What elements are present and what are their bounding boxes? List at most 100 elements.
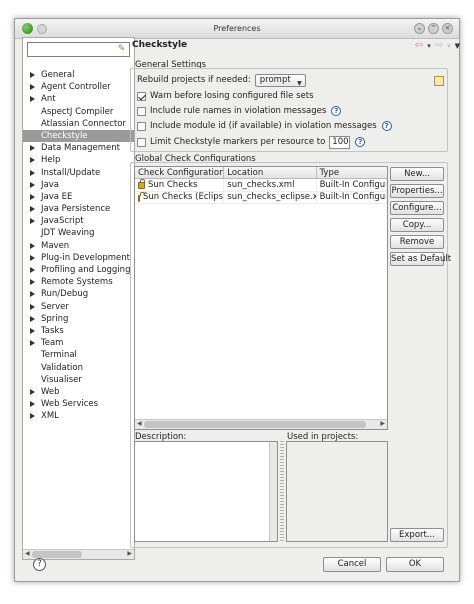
limit-checkbox[interactable] [137,137,146,147]
minimize-icon[interactable]: ⌄ [414,23,425,34]
configure-button[interactable]: Configure... [390,201,444,215]
sidebar-item-agent-controller[interactable]: Agent Controller [23,81,134,93]
sidebar-item-java-ee[interactable]: Java EE [23,191,134,203]
cancel-button[interactable]: Cancel [323,557,381,572]
column-header-location[interactable]: Location [224,167,317,178]
table-horizontal-scrollbar[interactable]: ◀ ▶ [135,419,387,429]
view-menu-icon[interactable]: ▼ [455,40,460,52]
help-icon[interactable]: ? [33,558,46,571]
forward-arrow-icon[interactable]: ⇨ [435,40,443,52]
rebuild-select[interactable]: prompt ▼ [254,73,306,87]
sidebar-item-spring[interactable]: Spring [23,313,134,325]
sidebar-item-validation[interactable]: Validation [23,362,134,374]
export-button[interactable]: Export... [390,528,444,542]
expand-arrow-icon[interactable] [30,315,35,322]
sidebar-item-aspectj-compiler[interactable]: AspectJ Compiler [23,106,134,118]
sidebar-item-terminal[interactable]: Terminal [23,349,134,361]
sidebar-item-run-debug[interactable]: Run/Debug [23,288,134,300]
limit-input[interactable]: 100 [329,135,351,149]
sidebar-item-javascript[interactable]: JavaScript [23,215,134,227]
expand-arrow-icon[interactable] [30,340,35,347]
set-as-default-button[interactable]: Set as Default [390,252,451,266]
description-vertical-scrollbar[interactable] [269,442,277,541]
pane-splitter[interactable] [280,441,284,542]
clear-filter-icon[interactable]: ✎ [116,44,127,55]
expand-arrow-icon[interactable] [30,279,35,286]
scrollbar-thumb[interactable] [144,421,366,428]
scroll-right-icon[interactable]: ▶ [380,420,385,427]
sidebar-item-atlassian-connector[interactable]: Atlassian Connector [23,118,134,130]
expand-arrow-icon[interactable] [30,267,35,273]
expand-arrow-icon[interactable] [30,218,35,225]
help-icon[interactable]: ? [381,121,392,131]
expand-arrow-icon[interactable] [30,388,35,395]
forward-dropdown-icon[interactable]: ▾ [447,40,451,52]
include-rule-checkbox[interactable] [137,106,146,116]
scrollbar-thumb[interactable] [32,551,82,558]
back-dropdown-icon[interactable]: ▾ [427,40,431,52]
sidebar-item-jdt-weaving[interactable]: JDT Weaving [23,227,134,239]
sidebar-item-install-update[interactable]: Install/Update [23,167,134,179]
new-button[interactable]: New... [390,167,444,181]
sidebar-item-general[interactable]: General [23,69,134,81]
help-icon[interactable]: ? [355,137,366,147]
sidebar-item-checkstyle[interactable]: Checkstyle [23,129,134,143]
sidebar-item-java[interactable]: Java [23,179,134,191]
include-module-checkbox[interactable] [137,121,146,131]
sidebar-item-ant[interactable]: Ant [23,93,134,105]
expand-arrow-icon[interactable] [30,242,35,249]
expand-arrow-icon[interactable] [30,96,35,103]
expand-arrow-icon[interactable] [30,413,35,420]
expand-arrow-icon[interactable] [30,206,35,213]
properties-button[interactable]: Properties... [390,184,444,198]
table-row[interactable]: Sun Checks sun_checks.xml Built-In Configu… [135,179,387,192]
sidebar-item-server[interactable]: Server [23,301,134,313]
expand-arrow-icon[interactable] [30,169,35,176]
expand-arrow-icon[interactable] [30,157,35,164]
sidebar-item-profiling-and-logging[interactable]: Profiling and Logging [23,264,134,276]
warn-checkbox[interactable] [137,91,146,101]
back-arrow-icon[interactable]: ⇦ [415,40,423,52]
title-bar[interactable]: Preferences ⌄ ⌃ × [15,19,459,39]
expand-arrow-icon[interactable] [30,72,35,78]
sidebar-item-help[interactable]: Help [23,154,134,166]
expand-arrow-icon[interactable] [30,84,35,91]
expand-arrow-icon[interactable] [30,303,35,310]
remove-button[interactable]: Remove [390,235,444,249]
help-icon[interactable]: ? [331,106,342,116]
expand-arrow-icon[interactable] [30,401,35,408]
ok-button[interactable]: OK [386,557,444,572]
expand-arrow-icon[interactable] [30,254,35,261]
sidebar-item-label: General [41,70,75,80]
scroll-left-icon[interactable]: ◀ [137,420,142,427]
table-body: Sun Checks sun_checks.xml Built-In Configu… [135,179,387,204]
expand-arrow-icon[interactable] [30,193,35,200]
expand-arrow-icon[interactable] [30,327,35,334]
column-header-type[interactable]: Type [317,167,387,178]
sidebar-item-web[interactable]: Web [23,386,134,398]
sidebar-item-remote-systems[interactable]: Remote Systems [23,276,134,288]
sidebar-item-maven[interactable]: Maven [23,240,134,252]
sidebar-item-plug-in-development[interactable]: Plug-in Development [23,252,134,264]
copy-button[interactable]: Copy... [390,218,444,232]
sidebar-item-xml[interactable]: XML [23,410,134,422]
sidebar-item-java-persistence[interactable]: Java Persistence [23,203,134,215]
column-header-check-configuration[interactable]: Check Configuration [135,167,225,178]
sidebar-item-visualiser[interactable]: Visualiser [23,374,134,386]
restore-icon[interactable] [434,76,444,86]
scroll-right-icon[interactable]: ▶ [127,550,132,557]
scroll-left-icon[interactable]: ◀ [25,550,30,557]
sidebar-item-team[interactable]: Team [23,337,134,349]
description-area[interactable] [134,441,278,542]
expand-arrow-icon[interactable] [30,181,35,188]
filter-input[interactable]: ✎ [27,42,130,57]
maximize-icon[interactable]: ⌃ [428,23,439,34]
expand-arrow-icon[interactable] [30,291,35,298]
close-icon[interactable]: × [442,23,453,34]
sidebar-item-data-management[interactable]: Data Management [23,142,134,154]
sidebar-item-tasks[interactable]: Tasks [23,325,134,337]
expand-arrow-icon[interactable] [30,145,35,152]
table-row[interactable]: Sun Checks (Eclipse)sun_checks_eclipse.x… [135,191,387,204]
sidebar-item-web-services[interactable]: Web Services [23,398,134,410]
used-in-projects-list[interactable] [286,441,388,542]
